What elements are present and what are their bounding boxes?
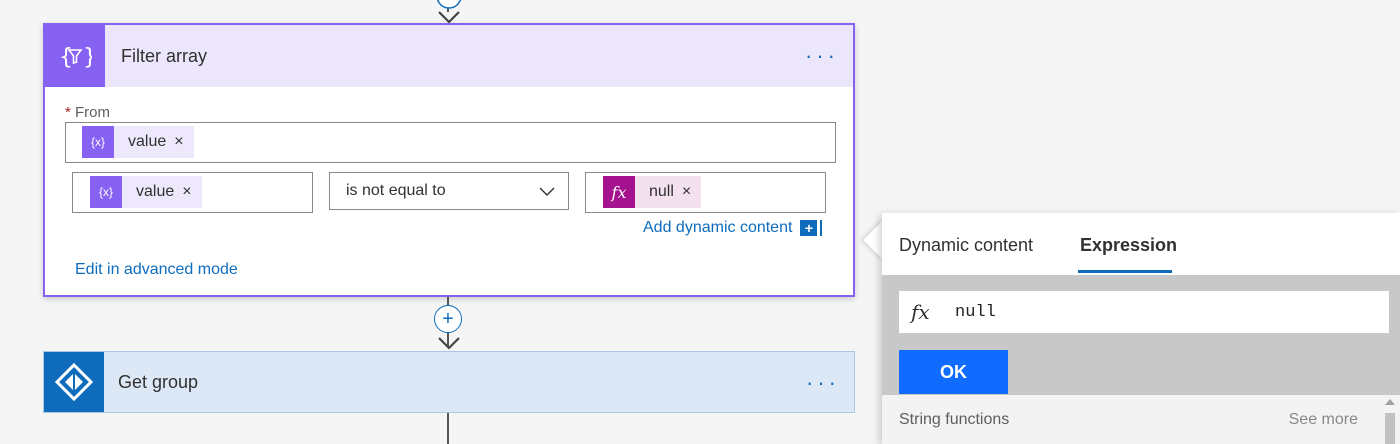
left-value-token[interactable]: {x} value × <box>90 176 202 208</box>
variable-icon: {x} <box>82 126 114 158</box>
svg-text:{: { <box>59 45 73 70</box>
more-options-button[interactable]: ··· <box>805 43 839 69</box>
token-label: null <box>649 183 674 200</box>
add-dynamic-content-link[interactable]: Add dynamic content + <box>643 219 821 237</box>
from-input[interactable]: {x} value × <box>65 122 836 163</box>
string-functions-section: String functions See more <box>882 395 1400 444</box>
add-icon: + <box>800 220 821 236</box>
add-dynamic-content-label: Add dynamic content <box>643 219 793 236</box>
insert-step-button[interactable]: + <box>434 305 462 333</box>
active-tab-indicator <box>1078 270 1172 273</box>
svg-text:}: } <box>83 45 92 70</box>
card-title: Filter array <box>121 45 208 66</box>
ok-button[interactable]: OK <box>899 350 1008 394</box>
connector-arrow-top <box>436 0 462 24</box>
token-label: value <box>128 133 167 150</box>
azure-ad-icon <box>44 352 104 412</box>
right-expression-token[interactable]: fx null × <box>603 176 702 208</box>
variable-icon: {x} <box>90 176 122 208</box>
dynamic-content-panel: Dynamic content Expression fx null OK St… <box>882 213 1400 444</box>
plus-icon: + <box>442 308 454 330</box>
required-mark: * <box>65 104 71 121</box>
expression-area: fx null OK <box>882 275 1400 395</box>
card-title: Get group <box>118 372 199 392</box>
scroll-up-icon[interactable] <box>1385 399 1395 405</box>
from-label: * From <box>65 104 110 121</box>
chevron-down-icon <box>539 187 555 196</box>
from-label-text: From <box>75 104 111 121</box>
panel-scrollbar[interactable] <box>1383 395 1397 444</box>
filter-array-header[interactable]: { } Filter array ··· <box>45 25 853 87</box>
tab-dynamic-content[interactable]: Dynamic content <box>899 235 1033 256</box>
get-group-card[interactable]: Get group ··· <box>43 351 855 413</box>
connector-line-bottom <box>447 413 449 444</box>
token-label: value <box>136 183 175 200</box>
fx-icon: fx <box>911 300 930 324</box>
more-options-button[interactable]: ··· <box>806 370 840 396</box>
expression-value: null <box>955 302 996 322</box>
operator-selected: is not equal to <box>346 182 446 199</box>
expression-input[interactable]: fx null <box>899 291 1389 333</box>
connector-arrow-middle <box>438 337 460 350</box>
remove-token-icon[interactable]: × <box>182 183 201 201</box>
tab-expression[interactable]: Expression <box>1080 235 1177 256</box>
operator-dropdown[interactable]: is not equal to <box>329 172 569 210</box>
see-more-link[interactable]: See more <box>1289 411 1358 429</box>
scrollbar-thumb[interactable] <box>1385 413 1395 444</box>
edit-advanced-mode-link[interactable]: Edit in advanced mode <box>75 261 238 279</box>
section-label: String functions <box>899 411 1010 428</box>
remove-token-icon[interactable]: × <box>174 133 193 151</box>
filter-array-card[interactable]: { } Filter array ··· * From {x} value × … <box>43 23 855 297</box>
panel-tabs: Dynamic content Expression <box>882 213 1400 275</box>
filter-icon: { } <box>45 25 105 87</box>
remove-token-icon[interactable]: × <box>682 183 701 201</box>
condition-left-input[interactable]: {x} value × <box>72 172 313 213</box>
condition-right-input[interactable]: fx null × <box>585 172 826 213</box>
fx-icon: fx <box>603 176 635 208</box>
from-value-token[interactable]: {x} value × <box>82 126 194 158</box>
